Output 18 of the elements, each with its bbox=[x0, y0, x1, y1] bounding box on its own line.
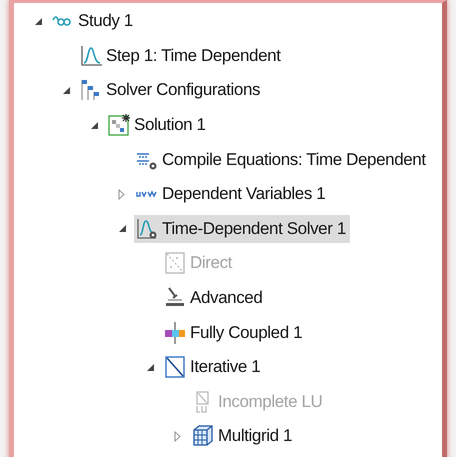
collapsed-arrow-icon[interactable] bbox=[118, 188, 125, 200]
tree-item[interactable]: Step 1: Time Dependent bbox=[78, 42, 285, 70]
expanded-arrow-icon[interactable] bbox=[62, 86, 71, 95]
expanded-arrow-icon[interactable] bbox=[146, 362, 155, 372]
tree-item[interactable]: Compile Equations: Time Dependent bbox=[134, 146, 430, 174]
tree-item[interactable]: Study 1 bbox=[50, 9, 137, 34]
expanded-arrow-icon[interactable] bbox=[90, 120, 99, 130]
tree-item[interactable]: Multigrid 1 bbox=[190, 422, 296, 450]
tree-item[interactable]: Fully Coupled 1 bbox=[162, 318, 306, 347]
expanded-arrow-icon[interactable] bbox=[34, 16, 43, 26]
tree-item[interactable]: Iterative 1 bbox=[162, 353, 264, 382]
tree-item[interactable]: Time-Dependent Solver 1 bbox=[134, 214, 350, 243]
tree-item[interactable]: Advanced bbox=[162, 284, 266, 312]
tree-item[interactable]: Solver Configurations bbox=[78, 76, 264, 104]
tree-item[interactable]: Dependent Variables 1 bbox=[134, 182, 330, 206]
tree-item[interactable]: Solution 1 bbox=[106, 111, 210, 140]
collapsed-arrow-icon[interactable] bbox=[174, 430, 181, 442]
expanded-arrow-icon[interactable] bbox=[118, 224, 127, 234]
